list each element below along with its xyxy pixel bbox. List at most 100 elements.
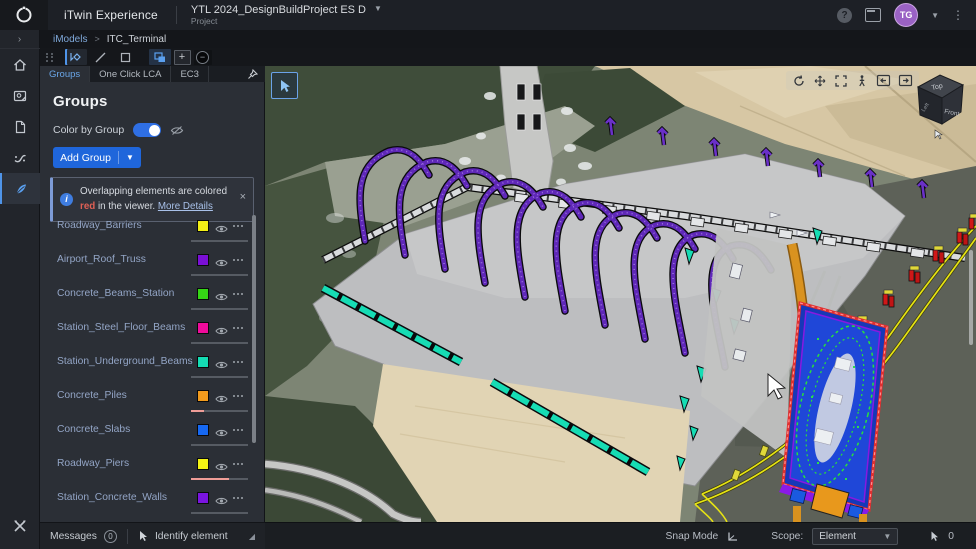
group-color-swatch[interactable] [197,492,209,504]
viewer-select-tool-button[interactable] [271,72,298,99]
viewer-canvas[interactable]: Top Front Left [265,66,976,522]
view-cube[interactable]: Top Front Left [915,70,967,133]
group-row[interactable]: Concrete_Piles [40,380,265,414]
snap-mode-label[interactable]: Snap Mode [666,531,719,542]
group-visibility-eye-icon[interactable] [215,221,228,239]
snap-mode-icon[interactable] [727,531,739,542]
walk-view-icon[interactable] [855,74,869,88]
group-color-swatch[interactable] [197,322,209,334]
left-sidebar: › [0,30,40,549]
tab-groups[interactable]: Groups [40,66,90,82]
viewer-scrollbar[interactable] [969,250,973,345]
imodels-icon [12,88,28,104]
group-more-menu-icon[interactable] [233,463,243,465]
group-more-menu-icon[interactable] [233,497,243,499]
group-color-swatch[interactable] [197,424,209,436]
next-view-icon[interactable] [898,74,913,87]
group-more-menu-icon[interactable] [233,395,243,397]
select-tool-button[interactable] [65,49,87,65]
messages-label[interactable]: Messages [50,531,97,542]
pin-panel-button[interactable] [247,66,265,82]
tab-one-click-lca[interactable]: One Click LCA [90,66,171,82]
group-row[interactable]: Airport_Roof_Truss [40,244,265,278]
group-row[interactable]: Station_Underground_Beams [40,346,265,380]
sidebar-item-home[interactable] [0,49,40,80]
group-more-menu-icon[interactable] [233,429,243,431]
more-menu-icon[interactable]: ⋮ [952,9,964,21]
group-more-menu-icon[interactable] [233,259,243,261]
sidebar-item-synchronization[interactable] [0,142,40,173]
group-overlap-track [191,342,248,344]
group-visibility-eye-icon[interactable] [215,391,228,409]
group-visibility-eye-icon[interactable] [215,425,228,443]
group-color-swatch[interactable] [197,288,209,300]
show-all-button[interactable]: + [174,50,191,65]
group-color-swatch[interactable] [197,458,209,470]
group-list-scrollbar[interactable] [252,215,256,443]
sidebar-item-imodels[interactable] [0,80,40,111]
group-name: Roadway_Barriers [57,220,142,231]
group-row[interactable]: Roadway_Piers [40,448,265,482]
sidebar-expand-button[interactable]: › [0,30,40,49]
viewer-context-icon[interactable] [933,128,945,146]
divider [176,6,177,24]
banner-close-icon[interactable]: × [240,192,246,203]
project-switcher[interactable]: YTL 2024_DesignBuildProject ES D ▼ Proje… [191,4,382,26]
group-visibility-eye-icon[interactable] [215,289,228,307]
app-logo[interactable] [0,0,48,30]
sidebar-item-documents[interactable] [0,111,40,142]
group-visibility-eye-icon[interactable] [215,493,228,511]
group-row[interactable]: Roadway_Barriers [40,210,265,244]
group-row[interactable]: Station_Steel_Floor_Beams [40,312,265,346]
group-color-swatch[interactable] [197,390,209,402]
group-color-swatch[interactable] [197,356,209,368]
group-row[interactable]: Concrete_Beams_Station [40,278,265,312]
group-visibility-eye-icon[interactable] [215,357,228,375]
sidebar-item-carbon-analysis[interactable] [0,173,40,204]
isolate-groups-button[interactable] [149,49,171,65]
group-row[interactable]: Concrete_Slabs [40,414,265,448]
select-cursor-icon [69,51,83,64]
group-name: Concrete_Piles [57,390,127,401]
group-name: Roadway_Piers [57,458,129,469]
group-more-menu-icon[interactable] [233,225,243,227]
group-more-menu-icon[interactable] [233,293,243,295]
color-by-group-toggle[interactable] [133,123,161,137]
previous-view-icon[interactable] [876,74,891,87]
account-chevron-icon[interactable]: ▼ [931,11,939,20]
pan-view-icon[interactable] [813,74,827,88]
fit-view-icon[interactable] [834,74,848,88]
panel-resize-grip[interactable]: ◢ [249,532,255,541]
avatar[interactable]: TG [894,3,918,27]
group-list: Roadway_Barriers Airport_Roof_Truss [40,210,265,522]
group-name: Station_Underground_Beams [57,356,193,367]
group-visibility-eye-icon[interactable] [215,459,228,477]
group-visibility-eye-icon[interactable] [215,323,228,341]
selection-cursor-icon [930,531,939,542]
messages-count-badge: 0 [104,530,117,543]
group-color-swatch[interactable] [197,254,209,266]
project-title: YTL 2024_DesignBuildProject ES D [191,4,366,16]
rectangle-icon [119,51,132,64]
breadcrumb-imodels[interactable]: iModels [53,34,87,45]
hide-all-button[interactable]: − [194,50,212,65]
group-more-menu-icon[interactable] [233,327,243,329]
add-group-button[interactable]: Add Group ▼ [53,147,141,168]
group-color-swatch[interactable] [197,220,209,232]
group-visibility-eye-icon[interactable] [215,255,228,273]
group-more-menu-icon[interactable] [233,361,243,363]
line-tool-button[interactable] [90,49,112,65]
group-overlap-bar [191,478,229,480]
visibility-off-icon[interactable] [170,125,184,136]
panel-layout-icon[interactable] [865,8,881,22]
group-row[interactable]: Station_Concrete_Walls [40,482,265,516]
layers-icon [153,51,167,64]
drag-handle[interactable] [46,53,54,62]
breadcrumb-separator: > [94,34,99,44]
shape-tool-button[interactable] [115,49,137,65]
tab-ec3[interactable]: EC3 [171,66,208,82]
scope-select[interactable]: Element ▼ [812,528,898,545]
sidebar-item-tools[interactable] [0,510,40,541]
help-icon[interactable]: ? [837,8,852,23]
rotate-view-icon[interactable] [792,74,806,88]
